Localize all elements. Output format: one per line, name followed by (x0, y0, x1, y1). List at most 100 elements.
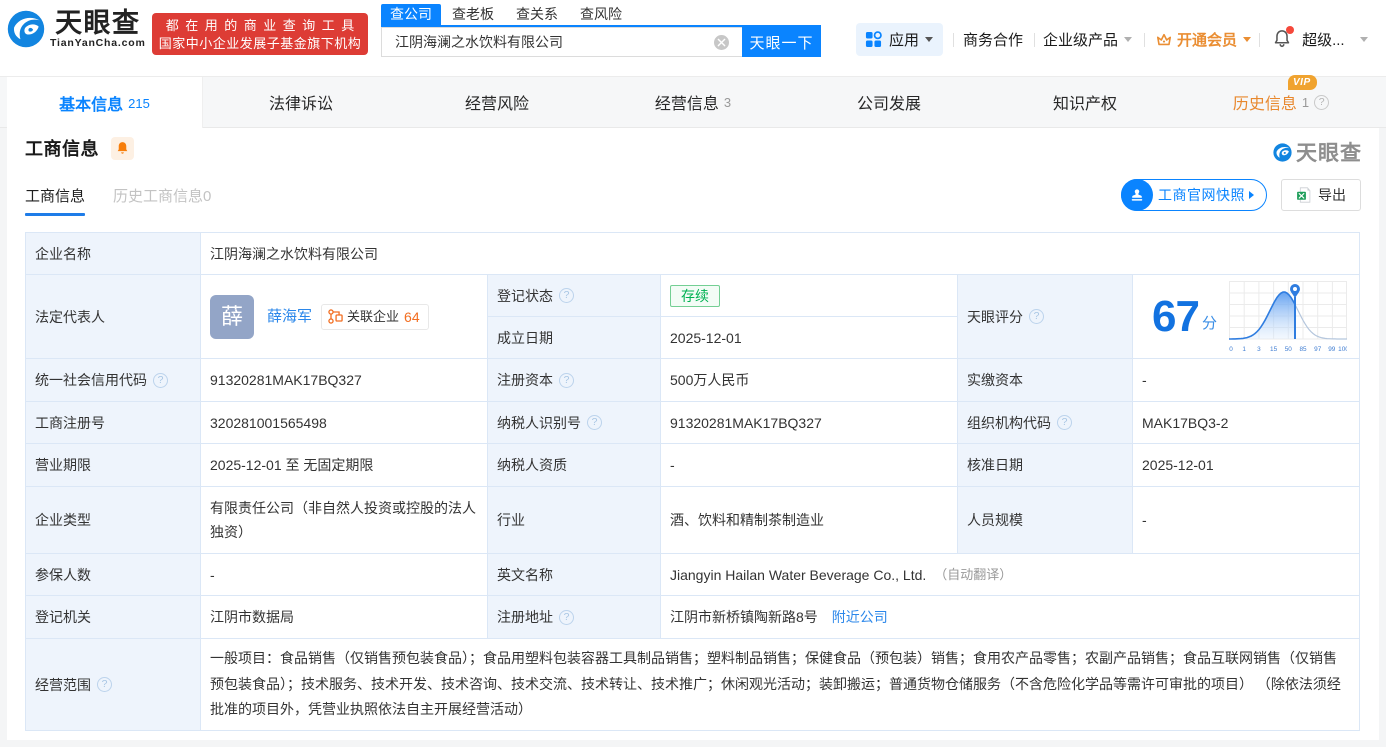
export-button[interactable]: 导出 (1281, 179, 1361, 211)
table-row: 企业类型 有限责任公司（非自然人投资或控股的法人独资） 行业 酒、饮料和精制茶制… (26, 487, 1360, 554)
help-icon[interactable]: ? (587, 415, 602, 430)
watermark-logo-icon (1273, 143, 1292, 162)
reg-address-text: 江阴市新桥镇陶新路8号 (670, 605, 818, 629)
promo-banner: 都在用的商业查询工具 国家中小企业发展子基金旗下机构 (152, 13, 368, 55)
help-icon[interactable]: ? (97, 677, 112, 692)
search-tab-company[interactable]: 查公司 (381, 4, 441, 25)
nav-enterprise-label: 企业级产品 (1043, 29, 1118, 50)
field-value-company-type: 有限责任公司（非自然人投资或控股的法人独资） (201, 487, 488, 554)
reg-capital-label-text: 注册资本 (497, 368, 553, 392)
field-label-tyc-score: 天眼评分 ? (958, 275, 1133, 359)
field-label-reg-address: 注册地址 ? (488, 596, 661, 639)
field-label-reg-status: 登记状态 ? (488, 275, 661, 317)
tab-history-count: 1 (1302, 95, 1309, 110)
search-tab-boss[interactable]: 查老板 (441, 4, 505, 25)
tab-history-info[interactable]: VIP 历史信息 1 ? (1183, 77, 1379, 127)
field-value-insured-count: - (201, 554, 488, 596)
tab-basic-info-count: 215 (128, 96, 150, 111)
divider (953, 33, 954, 47)
tab-company-development[interactable]: 公司发展 (791, 77, 987, 127)
business-info-table: 企业名称 江阴海澜之水饮料有限公司 法定代表人 薛 薛海军 关联企业 64 (25, 232, 1360, 731)
search-tab-risk[interactable]: 查风险 (569, 4, 633, 25)
svg-text:100: 100 (1338, 346, 1347, 353)
tianyancha-logo-icon (7, 10, 45, 48)
enterprise-caret-icon (1124, 37, 1132, 42)
subtab-history-registration[interactable]: 历史工商信息0 (113, 185, 211, 216)
divider (1144, 33, 1145, 47)
field-label-company-type: 企业类型 (26, 487, 201, 554)
legal-rep-name-link[interactable]: 薛海军 (267, 305, 312, 329)
field-value-reg-authority: 江阴市数据局 (201, 596, 488, 639)
notifications-bell[interactable] (1273, 29, 1291, 51)
tianyancha-logo[interactable]: 天眼查 TianYanCha.com (7, 9, 146, 49)
search-button[interactable]: 天眼一下 (742, 27, 821, 57)
promo-line2: 国家中小企业发展子基金旗下机构 (152, 35, 368, 52)
field-label-industry: 行业 (488, 487, 661, 554)
search-tab-relation[interactable]: 查关系 (505, 4, 569, 25)
table-row: 统一社会信用代码 ? 91320281MAK17BQ327 注册资本 ? 500… (26, 359, 1360, 402)
field-label-approval-date: 核准日期 (958, 444, 1133, 487)
tab-intellectual-property[interactable]: 知识产权 (987, 77, 1183, 127)
field-value-approval-date: 2025-12-01 (1133, 444, 1360, 487)
score-number: 67 (1152, 295, 1199, 339)
nav-account[interactable]: 超级... (1302, 29, 1345, 50)
field-value-reg-capital: 500万人民币 (661, 359, 958, 402)
legal-rep-avatar[interactable]: 薛 (210, 295, 254, 339)
related-companies-badge[interactable]: 关联企业 64 (321, 304, 429, 330)
svg-text:1: 1 (1242, 346, 1246, 353)
monitor-bell-button[interactable] (111, 137, 134, 160)
svg-text:50: 50 (1285, 346, 1293, 353)
help-icon[interactable]: ? (1029, 309, 1044, 324)
table-row: 企业名称 江阴海澜之水饮料有限公司 (26, 233, 1360, 275)
promo-line1: 都在用的商业查询工具 (152, 16, 368, 35)
watermark-logo: 天眼查 (1273, 137, 1362, 167)
field-label-paid-capital: 实缴资本 (958, 359, 1133, 402)
help-icon[interactable]: ? (153, 373, 168, 388)
help-icon[interactable]: ? (559, 373, 574, 388)
logo-title: 天眼查 (55, 9, 141, 37)
watermark-text: 天眼查 (1296, 137, 1362, 167)
nav-enterprise-products[interactable]: 企业级产品 (1043, 29, 1132, 50)
reg-address-label-text: 注册地址 (497, 605, 553, 629)
tab-legal-proceedings[interactable]: 法律诉讼 (203, 77, 399, 127)
field-value-org-code: MAK17BQ3-2 (1133, 402, 1360, 444)
field-label-credit-code: 统一社会信用代码 ? (26, 359, 201, 402)
history-help-icon[interactable]: ? (1314, 95, 1329, 110)
header-right-nav: 应用 商务合作 企业级产品 开通会员 超级... (856, 23, 1368, 56)
help-icon[interactable]: ? (559, 288, 574, 303)
score-axis-ticks: 0 1 3 15 50 85 97 99 100 (1229, 346, 1347, 353)
tab-ip-label: 知识产权 (1053, 90, 1117, 114)
svg-text:3: 3 (1257, 346, 1261, 353)
apps-menu[interactable]: 应用 (856, 23, 943, 56)
crown-icon (1155, 32, 1173, 48)
help-icon[interactable]: ? (1057, 415, 1072, 430)
subtab-business-registration[interactable]: 工商信息 (25, 185, 85, 216)
tab-operational-risk[interactable]: 经营风险 (399, 77, 595, 127)
orange-bell-icon (116, 141, 129, 155)
notification-dot (1286, 26, 1294, 34)
nearby-companies-link[interactable]: 附近公司 (832, 605, 888, 629)
help-icon[interactable]: ? (559, 610, 574, 625)
field-value-business-scope: 一般项目：食品销售（仅销售预包装食品）；食品用塑料包装容器工具制品销售；塑料制品… (201, 639, 1360, 731)
svg-text:15: 15 (1270, 346, 1278, 353)
field-label-reg-capital: 注册资本 ? (488, 359, 661, 402)
field-value-establish-date: 2025-12-01 (661, 317, 958, 359)
nav-cooperation[interactable]: 商务合作 (963, 29, 1023, 50)
official-snapshot-button[interactable]: 工商官网快照 (1121, 179, 1267, 211)
field-label-taxpayer-id: 纳税人识别号 ? (488, 402, 661, 444)
tab-business-info[interactable]: 经营信息 3 (595, 77, 791, 127)
field-value-tyc-score[interactable]: 67 分 (1133, 275, 1360, 359)
search-clear-icon[interactable] (714, 35, 729, 50)
org-code-label-text: 组织机构代码 (967, 411, 1051, 435)
account-caret-icon (1360, 37, 1368, 42)
tab-business-label: 经营信息 (655, 90, 719, 114)
field-label-company-name: 企业名称 (26, 233, 201, 275)
field-label-insured-count: 参保人数 (26, 554, 201, 596)
auto-translate-note: （自动翻译） (934, 563, 1012, 587)
stamp-icon (1121, 179, 1153, 211)
business-scope-label-text: 经营范围 (35, 673, 91, 697)
search-input[interactable] (381, 27, 742, 57)
tab-basic-info[interactable]: 基本信息 215 (7, 77, 203, 129)
nav-open-membership[interactable]: 开通会员 (1155, 29, 1251, 50)
field-value-industry: 酒、饮料和精制茶制造业 (661, 487, 958, 554)
